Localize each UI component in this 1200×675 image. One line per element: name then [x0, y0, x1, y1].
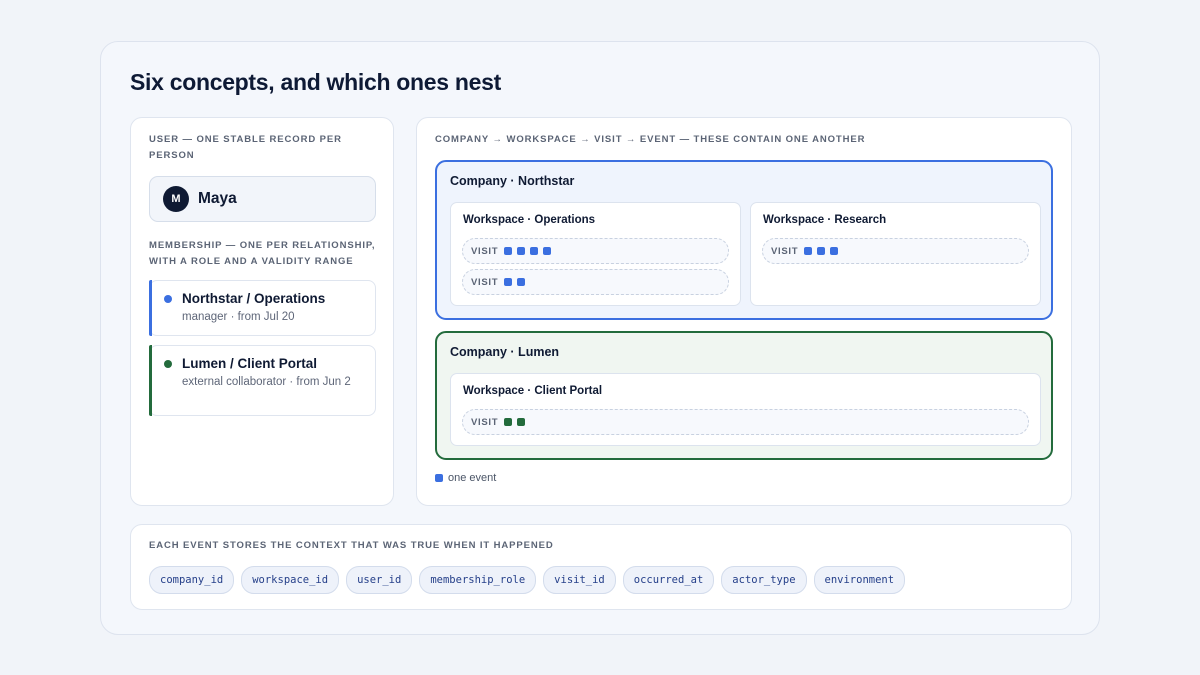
event-square-icon: [517, 278, 526, 286]
workspace-title: Workspace · Client Portal: [463, 385, 603, 397]
nesting-panel: COMPANY → WORKSPACE → VISIT → EVENT — TH…: [416, 117, 1072, 506]
workspace-title: Workspace · Research: [763, 214, 887, 226]
user-panel: USER — ONE STABLE RECORD PER PERSON M Ma…: [130, 117, 394, 506]
membership-subtitle: external collaborator · from Jun 2: [182, 376, 351, 388]
company-lumen: Company · Lumen Workspace · Client Porta…: [435, 331, 1053, 460]
event-square-icon: [804, 247, 813, 255]
visit-label: VISIT: [771, 245, 799, 257]
context-caption: EACH EVENT STORES THE CONTEXT THAT WAS T…: [149, 540, 554, 551]
field-chip: environment: [813, 566, 906, 594]
field-chip: user_id: [346, 566, 413, 594]
user-record: M Maya: [149, 176, 376, 222]
event-square-icon: [504, 247, 513, 255]
visit-label: VISIT: [471, 416, 499, 428]
field-chip-list: company_id workspace_id user_id membersh…: [149, 566, 912, 594]
visit-row: VISIT: [462, 409, 1029, 435]
membership-caption: MEMBERSHIP — ONE PER RELATIONSHIP, WITH …: [149, 240, 376, 267]
membership-lumen: Lumen / Client Portal external collabora…: [149, 345, 376, 416]
visit-label: VISIT: [471, 245, 499, 257]
event-square-icon: [817, 247, 826, 255]
membership-title: Northstar / Operations: [182, 291, 326, 306]
visit-row: VISIT: [762, 238, 1029, 264]
visit-row: VISIT: [462, 238, 729, 264]
event-square-icon: [543, 247, 552, 255]
company-northstar: Company · Northstar Workspace · Operatio…: [435, 160, 1053, 320]
workspace-operations: Workspace · Operations VISIT VISIT: [450, 202, 741, 306]
event-square-icon: [830, 247, 839, 255]
user-caption: USER — ONE STABLE RECORD PER PERSON: [149, 134, 342, 161]
event-square-icon: [435, 474, 443, 482]
workspace-client-portal: Workspace · Client Portal VISIT: [450, 373, 1041, 446]
field-chip: membership_role: [419, 566, 537, 594]
field-chip: workspace_id: [241, 566, 340, 594]
legend-label: one event: [448, 472, 497, 484]
company-title: Company · Lumen: [450, 345, 560, 359]
page-title: Six concepts, and which ones nest: [130, 69, 501, 95]
membership-subtitle: manager · from Jul 20: [182, 311, 295, 323]
nesting-caption: COMPANY → WORKSPACE → VISIT → EVENT — TH…: [435, 134, 866, 145]
membership-accent-bar: [149, 280, 152, 336]
membership-northstar: Northstar / Operations manager · from Ju…: [149, 280, 376, 336]
visit-label: VISIT: [471, 276, 499, 288]
field-chip: actor_type: [721, 566, 807, 594]
membership-dot-icon: [164, 360, 172, 368]
event-square-icon: [504, 278, 513, 286]
field-chip: visit_id: [543, 566, 616, 594]
legend: one event: [435, 472, 496, 484]
diagram-frame: Six concepts, and which ones nest USER —…: [100, 41, 1100, 635]
user-name: Maya: [198, 190, 237, 207]
event-square-icon: [517, 247, 526, 255]
company-title: Company · Northstar: [450, 174, 575, 188]
event-square-icon: [530, 247, 539, 255]
membership-title: Lumen / Client Portal: [182, 356, 318, 371]
field-chip: occurred_at: [622, 566, 715, 594]
event-square-icon: [504, 418, 513, 426]
field-chip: company_id: [149, 566, 235, 594]
workspace-title: Workspace · Operations: [463, 214, 596, 226]
membership-accent-bar: [149, 345, 152, 416]
avatar: M: [163, 186, 189, 212]
membership-dot-icon: [164, 295, 172, 303]
visit-row: VISIT: [462, 269, 729, 295]
event-square-icon: [517, 418, 526, 426]
context-panel: EACH EVENT STORES THE CONTEXT THAT WAS T…: [130, 524, 1072, 610]
workspace-research: Workspace · Research VISIT: [750, 202, 1041, 306]
